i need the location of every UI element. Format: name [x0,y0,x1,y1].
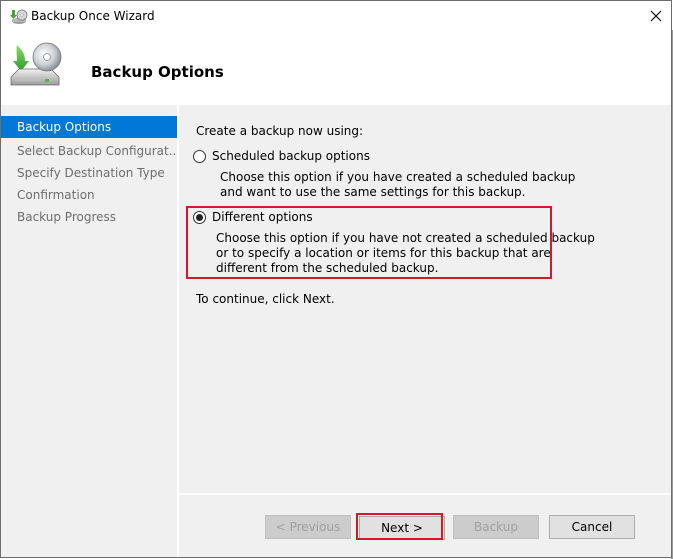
different-options-description: Choose this option if you have not creat… [216,231,595,276]
scheduled-backup-description: Choose this option if you have created a… [220,170,575,200]
sidebar-step-backup-progress[interactable]: Backup Progress [1,206,177,228]
sidebar-step-specify-destination-type[interactable]: Specify Destination Type [1,162,177,184]
backup-once-wizard-window: Backup Once Wizard Backup Options Backup… [0,0,672,558]
content-panel: Create a backup now using: Scheduled bac… [179,107,671,493]
backup-drive-icon [7,39,63,93]
window-title: Backup Once Wizard [31,9,155,23]
different-options-label: Different options [212,210,313,224]
page-title: Backup Options [91,63,224,81]
next-button[interactable]: Next > [359,516,445,540]
scheduled-backup-options-label: Scheduled backup options [212,149,370,163]
description-line: or to specify a location or items for th… [216,246,551,260]
backup-button[interactable]: Backup [453,515,539,539]
title-bar: Backup Once Wizard [1,1,671,33]
description-line: Choose this option if you have created a… [220,170,576,184]
description-line: Choose this option if you have not creat… [216,231,595,245]
different-options-radio[interactable]: Different options [193,210,313,224]
continue-hint: To continue, click Next. [196,292,335,306]
scheduled-backup-options-radio[interactable]: Scheduled backup options [193,149,370,163]
backup-wizard-icon [10,9,28,25]
radio-unchecked-icon[interactable] [193,149,206,163]
sidebar-step-backup-options[interactable]: Backup Options [1,116,177,138]
cancel-button[interactable]: Cancel [549,515,635,539]
previous-button[interactable]: < Previous [265,515,351,539]
wizard-steps-sidebar: Backup Options Select Backup Configurat.… [1,107,177,557]
description-line: different from the scheduled backup. [216,261,439,275]
close-icon [650,10,662,25]
radio-checked-icon[interactable] [193,210,206,224]
sidebar-step-confirmation[interactable]: Confirmation [1,184,177,206]
close-button[interactable] [641,5,671,29]
intro-text: Create a backup now using: [196,124,364,138]
description-line: and want to use the same settings for th… [220,185,526,199]
wizard-header: Backup Options [1,33,671,105]
sidebar-step-select-backup-configuration[interactable]: Select Backup Configurat... [1,140,177,162]
